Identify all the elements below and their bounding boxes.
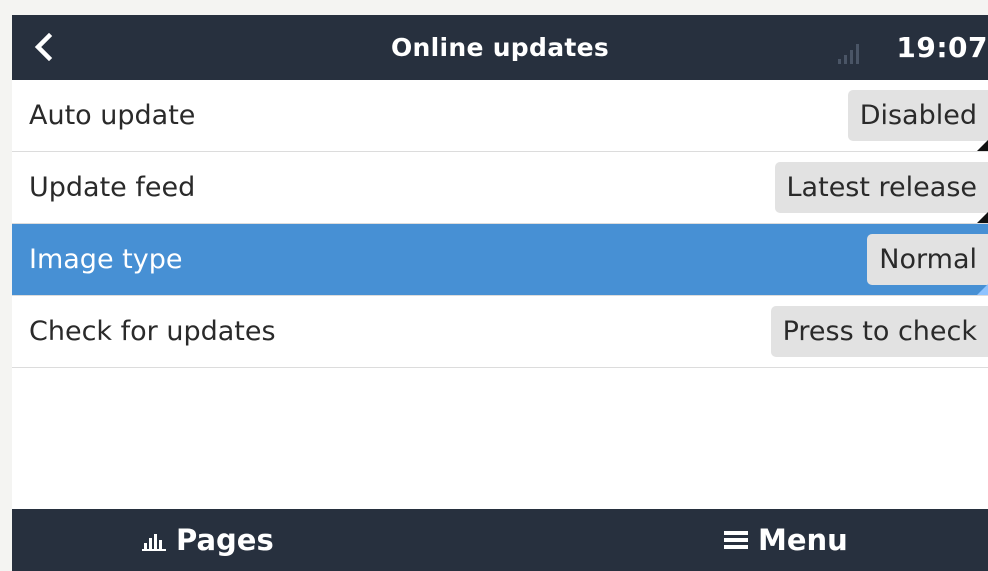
list-item-update-feed[interactable]: Update feed Latest release — [12, 152, 988, 224]
list-item-value: Disabled — [847, 90, 988, 141]
list-item-label: Auto update — [29, 100, 196, 131]
settings-list: Auto update Disabled Update feed Latest … — [12, 80, 988, 368]
menu-label: Menu — [758, 523, 848, 557]
list-item-auto-update[interactable]: Auto update Disabled — [12, 80, 988, 152]
edit-indicator-icon — [977, 140, 988, 151]
pages-button[interactable]: Pages — [142, 509, 274, 571]
edit-indicator-icon — [977, 212, 988, 223]
device-screen: Online updates 19:07 Auto update Disable… — [12, 15, 988, 571]
list-item-value: Latest release — [774, 162, 988, 213]
list-item-value: Normal — [867, 234, 988, 285]
signal-bars-icon — [838, 44, 859, 64]
list-item-label: Update feed — [29, 172, 196, 203]
clock: 19:07 — [896, 31, 988, 64]
edit-indicator-icon — [977, 284, 988, 295]
list-item-label: Check for updates — [29, 316, 276, 347]
title-bar: Online updates 19:07 — [12, 15, 988, 80]
list-item-label: Image type — [29, 244, 183, 275]
menu-button[interactable]: Menu — [724, 509, 848, 571]
list-item-check-for-updates[interactable]: Check for updates Press to check — [12, 296, 988, 368]
hamburger-icon — [724, 531, 748, 549]
bottom-bar: Pages Menu — [12, 509, 988, 571]
list-item-image-type[interactable]: Image type Normal — [12, 224, 988, 296]
list-item-value: Press to check — [770, 306, 988, 357]
screen-bezel-left — [0, 0, 12, 571]
screen-bezel-top — [0, 0, 988, 15]
bar-chart-icon — [142, 534, 166, 551]
pages-label: Pages — [176, 523, 274, 557]
